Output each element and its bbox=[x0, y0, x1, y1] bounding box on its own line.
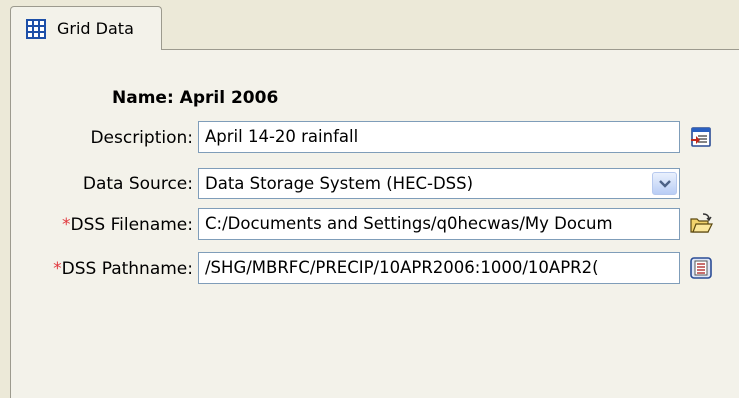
chevron-down-icon bbox=[658, 179, 671, 188]
edit-description-button[interactable] bbox=[688, 123, 714, 151]
dss-pathname-label: DSS Pathname: bbox=[61, 259, 193, 279]
edit-description-icon bbox=[691, 127, 711, 147]
data-source-value: Data Storage System (HEC-DSS) bbox=[205, 174, 474, 193]
required-marker: * bbox=[62, 215, 71, 235]
list-select-icon bbox=[690, 257, 712, 279]
name-label: Name: bbox=[112, 88, 174, 108]
dss-filename-label: DSS Filename: bbox=[70, 215, 193, 235]
tab-grid-data[interactable]: Grid Data bbox=[10, 6, 162, 50]
name-value: April 2006 bbox=[179, 88, 279, 108]
description-field[interactable]: April 14-20 rainfall bbox=[198, 121, 680, 153]
open-file-button[interactable] bbox=[688, 210, 714, 238]
grid-icon bbox=[26, 18, 46, 39]
dss-filename-label-wrap: *DSS Filename: bbox=[62, 215, 193, 235]
tab-label: Grid Data bbox=[57, 19, 134, 38]
dss-pathname-label-wrap: *DSS Pathname: bbox=[53, 259, 193, 279]
description-label: Description: bbox=[90, 128, 193, 148]
open-folder-icon bbox=[690, 213, 713, 233]
data-source-select[interactable]: Data Storage System (HEC-DSS) bbox=[198, 168, 680, 199]
required-marker: * bbox=[53, 259, 62, 279]
select-pathname-button[interactable] bbox=[688, 254, 714, 282]
name-row: Name: April 2006 bbox=[112, 88, 278, 108]
dss-filename-field[interactable]: C:/Documents and Settings/q0hecwas/My Do… bbox=[198, 208, 680, 240]
dss-pathname-field[interactable]: /SHG/MBRFC/PRECIP/10APR2006:1000/10APR2( bbox=[198, 252, 680, 284]
data-source-dropdown-button[interactable] bbox=[652, 172, 677, 195]
data-source-label: Data Source: bbox=[82, 174, 193, 194]
